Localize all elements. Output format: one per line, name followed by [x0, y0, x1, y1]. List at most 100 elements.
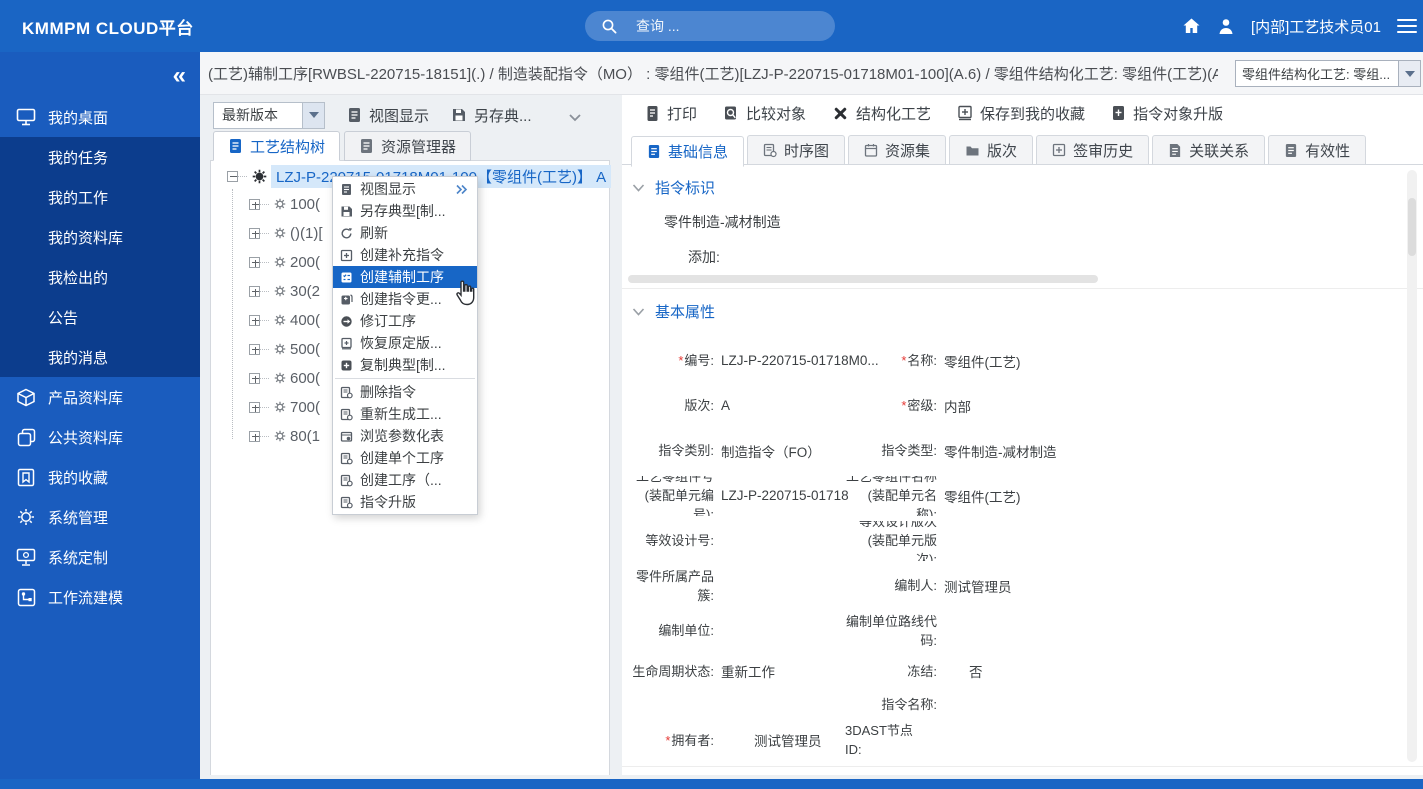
upgrade-icon [1111, 105, 1126, 121]
menu-item-create-single-process[interactable]: 创建单个工序 [333, 447, 477, 469]
order-object-upgrade-button[interactable]: 指令对象升版 [1111, 103, 1223, 124]
tab-relationships[interactable]: 关联关系 [1152, 135, 1266, 165]
process-gear-icon [251, 168, 268, 185]
field-label: 生命周期状态: [632, 663, 714, 679]
menu-item-revise-process[interactable]: 修订工序 [333, 310, 477, 332]
chevron-down-icon[interactable] [302, 102, 324, 128]
vertical-scrollbar[interactable] [1407, 170, 1417, 762]
operation-gear-icon [273, 313, 287, 327]
expand-node-icon[interactable] [249, 401, 260, 413]
field-label: 密级: [907, 398, 937, 413]
expand-node-icon[interactable] [249, 314, 260, 326]
sidebar-item-my-tasks[interactable]: 我的任务 [0, 137, 200, 177]
menu-item-copy-typical[interactable]: 复制典型[制... [333, 354, 477, 376]
tab-process-structure-tree[interactable]: 工艺结构树 [213, 131, 341, 161]
tree-node[interactable]: 600( [249, 367, 320, 389]
chevron-down-icon[interactable] [1398, 61, 1420, 86]
menu-item-save-as-typical[interactable]: 另存典型[制... [333, 200, 477, 222]
tab-resource-manager[interactable]: 资源管理器 [344, 131, 472, 161]
sidebar-item-my-library[interactable]: 我的资料库 [0, 217, 200, 257]
sidebar-item-announcements[interactable]: 公告 [0, 297, 200, 337]
field-label: 指令类型: [881, 443, 937, 458]
tree-node[interactable]: 700( [249, 396, 320, 418]
version-select[interactable]: 最新版本 [213, 101, 325, 129]
menu-icon[interactable] [1397, 19, 1417, 33]
tab-basic-info[interactable]: 基础信息 [631, 136, 745, 167]
section-version-change-notes[interactable]: 换版说明 [622, 767, 1423, 773]
sidebar-item-my-messages[interactable]: 我的消息 [0, 337, 200, 377]
horizontal-scrollbar[interactable] [628, 275, 1098, 283]
menu-item-browse-parameter-table[interactable]: 浏览参数化表 [333, 425, 477, 447]
tab-versions[interactable]: 版次 [949, 135, 1034, 165]
footer-strip [0, 779, 1423, 789]
tab-approval-history[interactable]: 签审历史 [1036, 135, 1150, 165]
field-value: LZJ-P-220715-01718 [721, 488, 849, 503]
print-button[interactable]: 打印 [645, 103, 697, 124]
save-as-typical-button[interactable]: 另存典... [451, 105, 532, 126]
expand-node-icon[interactable] [249, 372, 260, 384]
application-window: KMMPM CLOUD平台 查询 ... [内部]工艺技术员01 « 我的桌面 [0, 0, 1423, 789]
scrollbar-thumb[interactable] [1408, 198, 1416, 256]
breadcrumb[interactable]: (工艺)辅制工序[RWBSL-220715-18151](.) / 制造装配指令… [208, 63, 1218, 84]
field-value: 制造指令（FO） [721, 444, 821, 460]
home-icon[interactable] [1182, 17, 1201, 35]
expand-node-icon[interactable] [249, 285, 260, 297]
restore-version-icon [339, 337, 353, 350]
sidebar-item-my-favorites[interactable]: 我的收藏 [0, 457, 200, 497]
menu-item-order-upgrade[interactable]: 指令升版 [333, 491, 477, 513]
context-selector[interactable]: 零组件结构化工艺: 零组... [1235, 60, 1421, 87]
menu-item-restore-original-version[interactable]: 恢复原定版... [333, 332, 477, 354]
sidebar-item-workflow-modeling[interactable]: 工作流建模 [0, 577, 200, 617]
create-aux-process-icon [339, 271, 353, 284]
menu-item-view-display[interactable]: 视图显示 [333, 178, 477, 200]
tree-node[interactable]: 400( [249, 309, 320, 331]
collapse-node-icon[interactable] [227, 170, 238, 182]
save-to-favorites-button[interactable]: 保存到我的收藏 [957, 103, 1085, 124]
menu-item-delete-order[interactable]: 删除指令 [333, 381, 477, 403]
sidebar-item-my-work[interactable]: 我的工作 [0, 177, 200, 217]
sidebar-item-system-custom[interactable]: 系统定制 [0, 537, 200, 577]
basic-info-icon [647, 144, 661, 159]
tab-timing-diagram[interactable]: 时序图 [747, 135, 846, 165]
menu-item-create-process[interactable]: 创建工序（... [333, 469, 477, 491]
tree-node[interactable]: 200( [249, 251, 320, 273]
breadcrumb-bar: (工艺)辅制工序[RWBSL-220715-18151](.) / 制造装配指令… [200, 52, 1423, 95]
current-user-label[interactable]: [内部]工艺技术员01 [1251, 16, 1381, 37]
user-icon[interactable] [1217, 17, 1235, 35]
menu-item-create-supplement-order[interactable]: 创建补充指令 [333, 244, 477, 266]
expand-node-icon[interactable] [249, 430, 260, 442]
section-basic-attributes[interactable]: 基本属性 [622, 289, 1423, 328]
tree-node[interactable]: ()(1)[ [249, 222, 323, 244]
form-row: 生命周期状态: 重新工作 冻结: 否 [622, 653, 1423, 689]
sidebar-item-product-library[interactable]: 产品资料库 [0, 377, 200, 417]
tree-node[interactable]: 30(2 [249, 280, 320, 302]
basic-attributes-form: *编号: LZJ-P-220715-01718M0... *名称: 零组件(工艺) … [622, 328, 1423, 761]
operation-gear-icon [273, 226, 287, 240]
expand-node-icon[interactable] [249, 256, 260, 268]
expand-node-icon[interactable] [249, 343, 260, 355]
expand-node-icon[interactable] [249, 198, 260, 210]
section-order-identity[interactable]: 指令标识 [622, 165, 1423, 204]
tree-node[interactable]: 100( [249, 193, 320, 215]
structured-process-button[interactable]: 结构化工艺 [832, 103, 931, 124]
tab-resource-set[interactable]: 资源集 [848, 135, 947, 165]
tree-toolbar: 最新版本 视图显示 另存典... [213, 101, 610, 129]
view-display-button[interactable]: 视图显示 [347, 105, 429, 126]
menu-item-refresh[interactable]: 刷新 [333, 222, 477, 244]
tree-node[interactable]: 500( [249, 338, 320, 360]
sidebar-item-my-desktop[interactable]: 我的桌面 [0, 97, 200, 137]
sidebar-collapse-icon[interactable]: « [173, 62, 186, 90]
tab-effectivity[interactable]: 有效性 [1268, 135, 1367, 165]
sidebar-item-system-admin[interactable]: 系统管理 [0, 497, 200, 537]
copy-typical-icon [339, 359, 353, 372]
toolbar-expand-chevron-icon[interactable] [565, 107, 585, 127]
cube-icon [15, 388, 37, 407]
compare-objects-button[interactable]: 比较对象 [723, 103, 806, 124]
save-icon [451, 107, 467, 123]
tree-node[interactable]: 80(1 [249, 425, 320, 447]
global-search[interactable]: 查询 ... [585, 11, 835, 41]
sidebar-item-my-checkouts[interactable]: 我检出的 [0, 257, 200, 297]
sidebar-item-public-library[interactable]: 公共资料库 [0, 417, 200, 457]
expand-node-icon[interactable] [249, 227, 260, 239]
menu-item-regenerate-process[interactable]: 重新生成工... [333, 403, 477, 425]
